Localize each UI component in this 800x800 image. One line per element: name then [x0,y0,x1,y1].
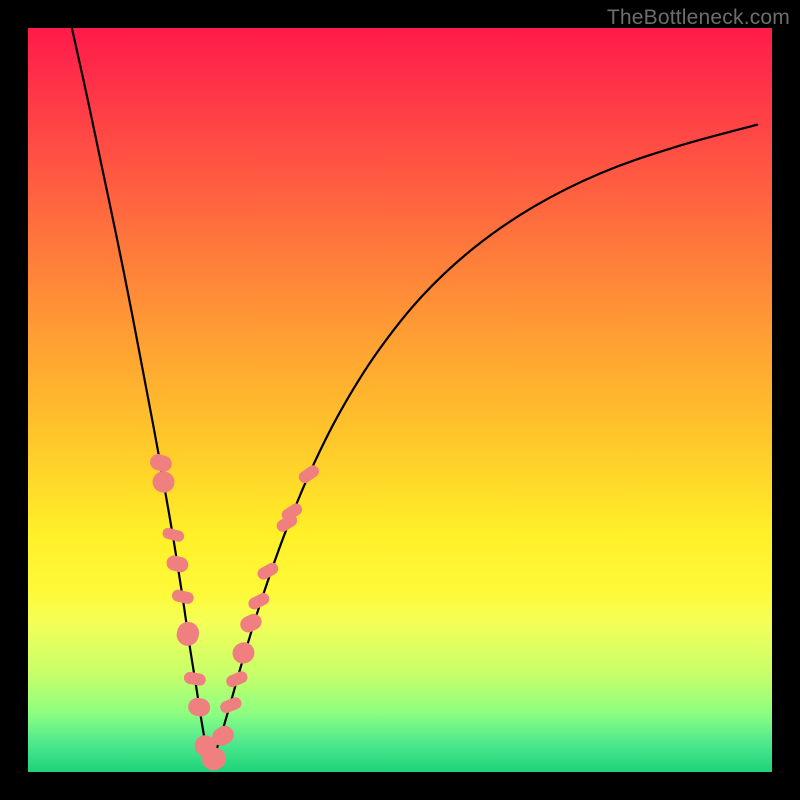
data-marker [224,669,249,688]
data-marker [187,696,212,718]
data-marker [165,554,190,574]
markers-layer [28,28,772,772]
data-marker [183,671,207,686]
data-marker [161,527,185,543]
data-marker [238,611,265,635]
data-marker [255,561,280,582]
data-marker [246,591,271,611]
data-marker [218,696,243,715]
data-marker [297,463,322,485]
data-marker [229,639,258,667]
data-marker [150,469,177,495]
watermark-text: TheBottleneck.com [607,6,790,30]
data-marker [175,620,201,648]
data-marker [171,589,195,605]
